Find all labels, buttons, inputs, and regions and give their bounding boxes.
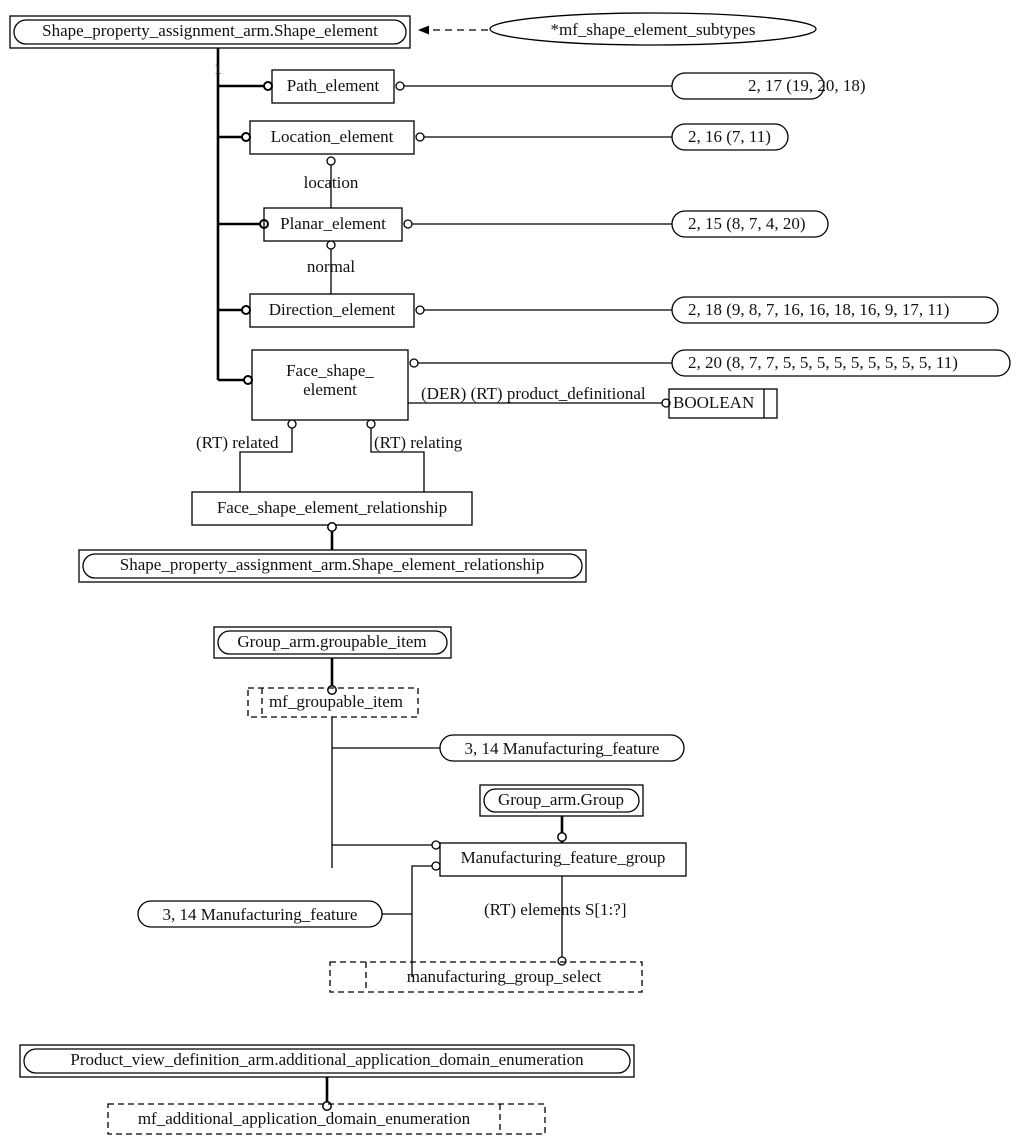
planar-element-page-ref-label[interactable]: 2, 15 (8, 7, 4, 20) [688,215,806,233]
direction-element-page-ref-label[interactable]: 2, 18 (9, 8, 7, 16, 16, 18, 16, 9, 17, 1… [688,301,949,319]
shape-element-relationship-ref-label[interactable]: Shape_property_assignment_arm.Shape_elem… [120,556,544,574]
shape-element-relationship-ref-inner [82,553,583,579]
manufacturing-feature-ref-upper-label[interactable]: 3, 14 Manufacturing_feature [465,740,660,758]
location-element-label[interactable]: Location_element [271,128,394,146]
rt-related-label: (RT) related [196,433,279,452]
groupable-item-ref-label[interactable]: Group_arm.groupable_item [237,633,426,651]
manufacturing-feature-group-box [439,842,687,877]
shape-element-relationship-ref-outer [78,549,587,583]
conn-circle-elements [557,956,567,966]
shape-element-ref-inner [13,19,407,45]
manufacturing-feature-ref-lower-label[interactable]: 3, 14 Manufacturing_feature [163,906,358,924]
shape-element-ref-outer [9,15,411,49]
face-shape-element-relationship-box [191,491,473,526]
face-ref-box [671,349,1011,377]
direction-element-box [249,293,415,328]
conn-circle-relationship-supertype [327,522,337,532]
face-shape-element-box [251,349,409,421]
direction-ref-box [671,296,999,324]
supertype-circle-face [243,375,253,385]
conn-circle-related [287,419,297,429]
supertype-circle-location [241,132,251,142]
conn-circle-path-right [395,81,405,91]
conn-circle-group-mfg [557,832,567,842]
manufacturing-feature-ref-lower-box [137,900,383,928]
link-relating [370,428,425,492]
planar-element-box [263,207,403,242]
face-shape-element-relationship-label[interactable]: Face_shape_element_relationship [217,499,447,517]
mf-groupable-item-label[interactable]: mf_groupable_item [269,693,403,711]
product-definitional-label: (DER) (RT) product_definitional [421,384,646,403]
group-ref-outer [479,784,644,817]
direction-element-label[interactable]: Direction_element [269,301,396,319]
face-shape-element-line1: Face_shape_ [286,361,374,380]
path-ref-box [671,72,825,100]
product-view-definition-ref-label[interactable]: Product_view_definition_arm.additional_a… [70,1051,583,1069]
conn-circle-planar-bottom [326,240,336,250]
groupable-item-ref-inner [217,630,448,655]
conn-circle-pvd-select [322,1101,332,1111]
location-element-page-ref-label[interactable]: 2, 16 (7, 11) [688,128,771,146]
link-mfg-left-bottom-route [411,865,432,914]
link-related [239,428,293,492]
group-ref-inner [483,788,640,813]
mf-additional-enumeration-label[interactable]: mf_additional_application_domain_enumera… [138,1110,470,1128]
conn-circle-location-bottom [326,156,336,166]
conn-circle-planar-right [403,219,413,229]
supertype-count-label: 1 [214,61,222,78]
location-ref-box [671,123,789,151]
conn-circle-mfg-left-bottom [431,861,441,871]
supertype-circle-planar [259,219,269,229]
diagram-vector-layer [9,12,1011,1135]
conn-circle-mfg-left-top [431,840,441,850]
subtypes-arrow-head [418,25,429,35]
groupable-item-ref-outer [213,626,452,659]
boolean-type-label: BOOLEAN [673,393,755,412]
mf-shape-element-subtypes-ellipse [489,12,817,46]
supertype-circle-direction [241,305,251,315]
product-view-definition-ref-outer [19,1044,635,1078]
conn-circle-face-right [409,358,419,368]
mf-groupable-item-box [247,687,419,718]
supertype-circle-path [263,81,273,91]
rt-relating-label: (RT) relating [374,433,463,452]
location-attribute-label: location [303,173,359,192]
face-shape-element-line2: element [303,380,357,400]
planar-ref-box [671,210,829,238]
planar-element-label[interactable]: Planar_element [280,215,386,233]
group-ref-label[interactable]: Group_arm.Group [498,791,624,809]
rt-elements-label: (RT) elements S[1:?] [484,900,627,919]
normal-attribute-label: normal [306,257,356,276]
manufacturing-feature-ref-upper-box [439,734,685,762]
path-element-page-ref-label[interactable]: 2, 17 (19, 20, 18) [748,77,866,95]
express-g-diagram: Shape_property_assignment_arm.Shape_elem… [0,0,1018,1141]
product-view-definition-ref-inner [23,1048,631,1074]
mf-shape-element-subtypes-label[interactable]: *mf_shape_element_subtypes [551,21,756,39]
conn-circle-groupable-select [327,685,337,695]
conn-circle-direction-right [415,305,425,315]
manufacturing-group-select-box [329,961,643,993]
shape-element-ref-label[interactable]: Shape_property_assignment_arm.Shape_elem… [42,22,378,40]
face-shape-element-page-ref-label[interactable]: 2, 20 (8, 7, 7, 5, 5, 5, 5, 5, 5, 5, 5, … [688,354,958,372]
boolean-box [668,388,778,419]
manufacturing-feature-group-label[interactable]: Manufacturing_feature_group [461,849,666,867]
mf-additional-enumeration-box [107,1103,546,1135]
path-element-box [271,69,395,104]
manufacturing-group-select-label[interactable]: manufacturing_group_select [407,968,602,986]
location-element-box [249,120,415,155]
conn-circle-boolean [661,398,671,408]
face-shape-element-label[interactable]: Face_shape_ element [286,361,374,399]
conn-circle-relating [366,419,376,429]
path-element-label[interactable]: Path_element [287,77,380,95]
conn-circle-location-right [415,132,425,142]
